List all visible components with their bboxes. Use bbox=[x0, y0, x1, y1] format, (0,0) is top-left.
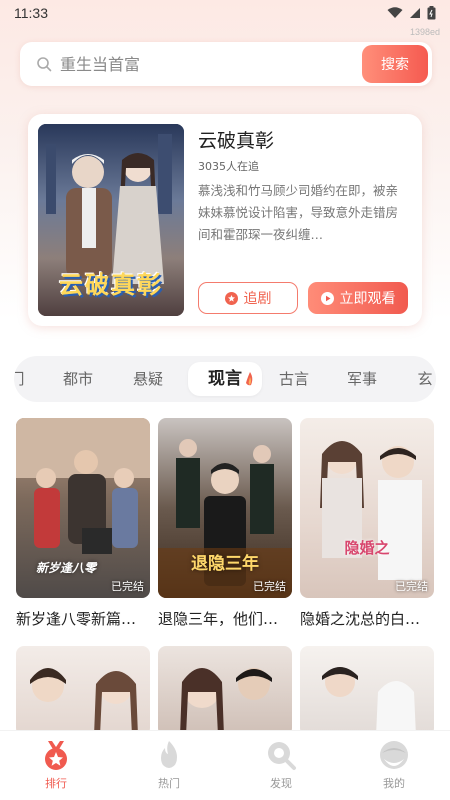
nav-hot[interactable]: 热门 bbox=[139, 739, 199, 791]
follow-label: 追剧 bbox=[243, 291, 272, 307]
search-bar: 搜索 bbox=[20, 42, 432, 86]
tab-flame-icon bbox=[246, 372, 253, 386]
drama-card[interactable] bbox=[158, 646, 292, 736]
nav-profile-label: 我的 bbox=[383, 777, 405, 790]
tab-suspense[interactable]: 悬疑 bbox=[120, 356, 176, 402]
drama-status: 已完结 bbox=[395, 580, 428, 593]
drama-poster[interactable]: 隐婚之 已完结 bbox=[300, 418, 434, 598]
play-icon bbox=[320, 291, 334, 305]
search-icon bbox=[37, 57, 52, 72]
nav-profile[interactable]: 我的 bbox=[364, 739, 424, 791]
tab-modern-romance[interactable]: 现言 bbox=[188, 362, 262, 396]
drama-poster-art bbox=[180, 668, 272, 736]
drama-poster[interactable]: 新岁逢八零 已完结 bbox=[16, 418, 150, 598]
featured-description: 慕浅浅和竹马顾少司婚约在即，被亲妹妹慕悦设计陷害，导致意外走错房间和霍邵琛一夜纠… bbox=[198, 183, 399, 242]
follow-button[interactable]: 追剧 bbox=[198, 282, 298, 314]
status-icons bbox=[387, 6, 436, 20]
featured-poster[interactable]: 云破真彰 bbox=[38, 124, 184, 316]
nav-ranking[interactable]: 排行 bbox=[26, 739, 86, 791]
watch-now-button[interactable]: 立即观看 bbox=[308, 282, 408, 314]
featured-title[interactable]: 云破真彰 bbox=[198, 126, 274, 153]
drama-title[interactable]: 新岁逢八零新篇… bbox=[16, 608, 150, 629]
search-button[interactable]: 搜索 bbox=[362, 45, 428, 83]
featured-card[interactable]: 云破真彰 云破真彰 3035人在追 慕浅浅和竹马顾少司婚约在即，被亲妹妹慕悦设计… bbox=[28, 114, 422, 326]
featured-followers: 3035人在追 bbox=[198, 160, 259, 173]
drama-title[interactable]: 退隐三年，他们… bbox=[158, 608, 292, 629]
drama-poster-art-text: 隐婚之 bbox=[344, 539, 390, 557]
drama-poster[interactable] bbox=[300, 646, 434, 736]
category-tabs: 门 都市 悬疑 现言 古言 军事 玄 bbox=[14, 356, 436, 402]
drama-card[interactable]: 新岁逢八零 已完结 新岁逢八零新篇… bbox=[16, 418, 150, 629]
drama-status: 已完结 bbox=[111, 580, 144, 593]
tab-ancient-romance[interactable]: 古言 bbox=[266, 356, 322, 402]
tab-active-label: 现言 bbox=[208, 369, 242, 389]
drama-card[interactable] bbox=[300, 646, 434, 736]
watch-label: 立即观看 bbox=[339, 291, 396, 307]
tab-urban[interactable]: 都市 bbox=[50, 356, 106, 402]
drama-card[interactable] bbox=[16, 646, 150, 736]
tab-military[interactable]: 军事 bbox=[334, 356, 390, 402]
nav-discover[interactable]: 发现 bbox=[251, 739, 311, 791]
signal-icon bbox=[410, 8, 420, 18]
ranking-medal-icon bbox=[45, 741, 67, 770]
drama-poster-art bbox=[30, 668, 138, 736]
discover-search-icon bbox=[268, 742, 296, 770]
drama-poster-art bbox=[322, 667, 416, 736]
tab-partial-left[interactable]: 门 bbox=[14, 356, 28, 402]
status-bar: 11:33 bbox=[0, 0, 450, 26]
drama-poster[interactable] bbox=[16, 646, 150, 736]
nav-ranking-label: 排行 bbox=[45, 777, 67, 790]
drama-title[interactable]: 隐婚之沈总的白… bbox=[300, 608, 434, 629]
drama-poster-art-text: 新岁逢八零 bbox=[35, 561, 96, 575]
drama-poster-art bbox=[320, 441, 422, 580]
drama-poster[interactable] bbox=[158, 646, 292, 736]
battery-icon bbox=[427, 6, 436, 20]
poster-title-art: 云破真彰 bbox=[59, 270, 163, 299]
drama-poster-art-text: 退隐三年 bbox=[191, 554, 259, 574]
drama-poster[interactable]: 退隐三年 已完结 bbox=[158, 418, 292, 598]
flame-icon bbox=[161, 741, 177, 768]
wifi-icon bbox=[387, 7, 403, 18]
profile-face-icon bbox=[380, 741, 408, 769]
search-input[interactable] bbox=[60, 54, 340, 74]
tab-partial-right[interactable]: 玄 bbox=[410, 356, 436, 402]
drama-status: 已完结 bbox=[253, 580, 286, 593]
follow-icon bbox=[224, 291, 238, 305]
drama-card[interactable]: 退隐三年 已完结 退隐三年，他们… bbox=[158, 418, 292, 629]
nav-discover-label: 发现 bbox=[270, 777, 292, 790]
bottom-nav: 排行 热门 发现 我的 bbox=[0, 730, 450, 800]
status-sub-label: 1398ed bbox=[409, 27, 440, 37]
status-time: 11:33 bbox=[14, 5, 48, 21]
nav-hot-label: 热门 bbox=[158, 777, 180, 790]
drama-card[interactable]: 隐婚之 已完结 隐婚之沈总的白… bbox=[300, 418, 434, 629]
